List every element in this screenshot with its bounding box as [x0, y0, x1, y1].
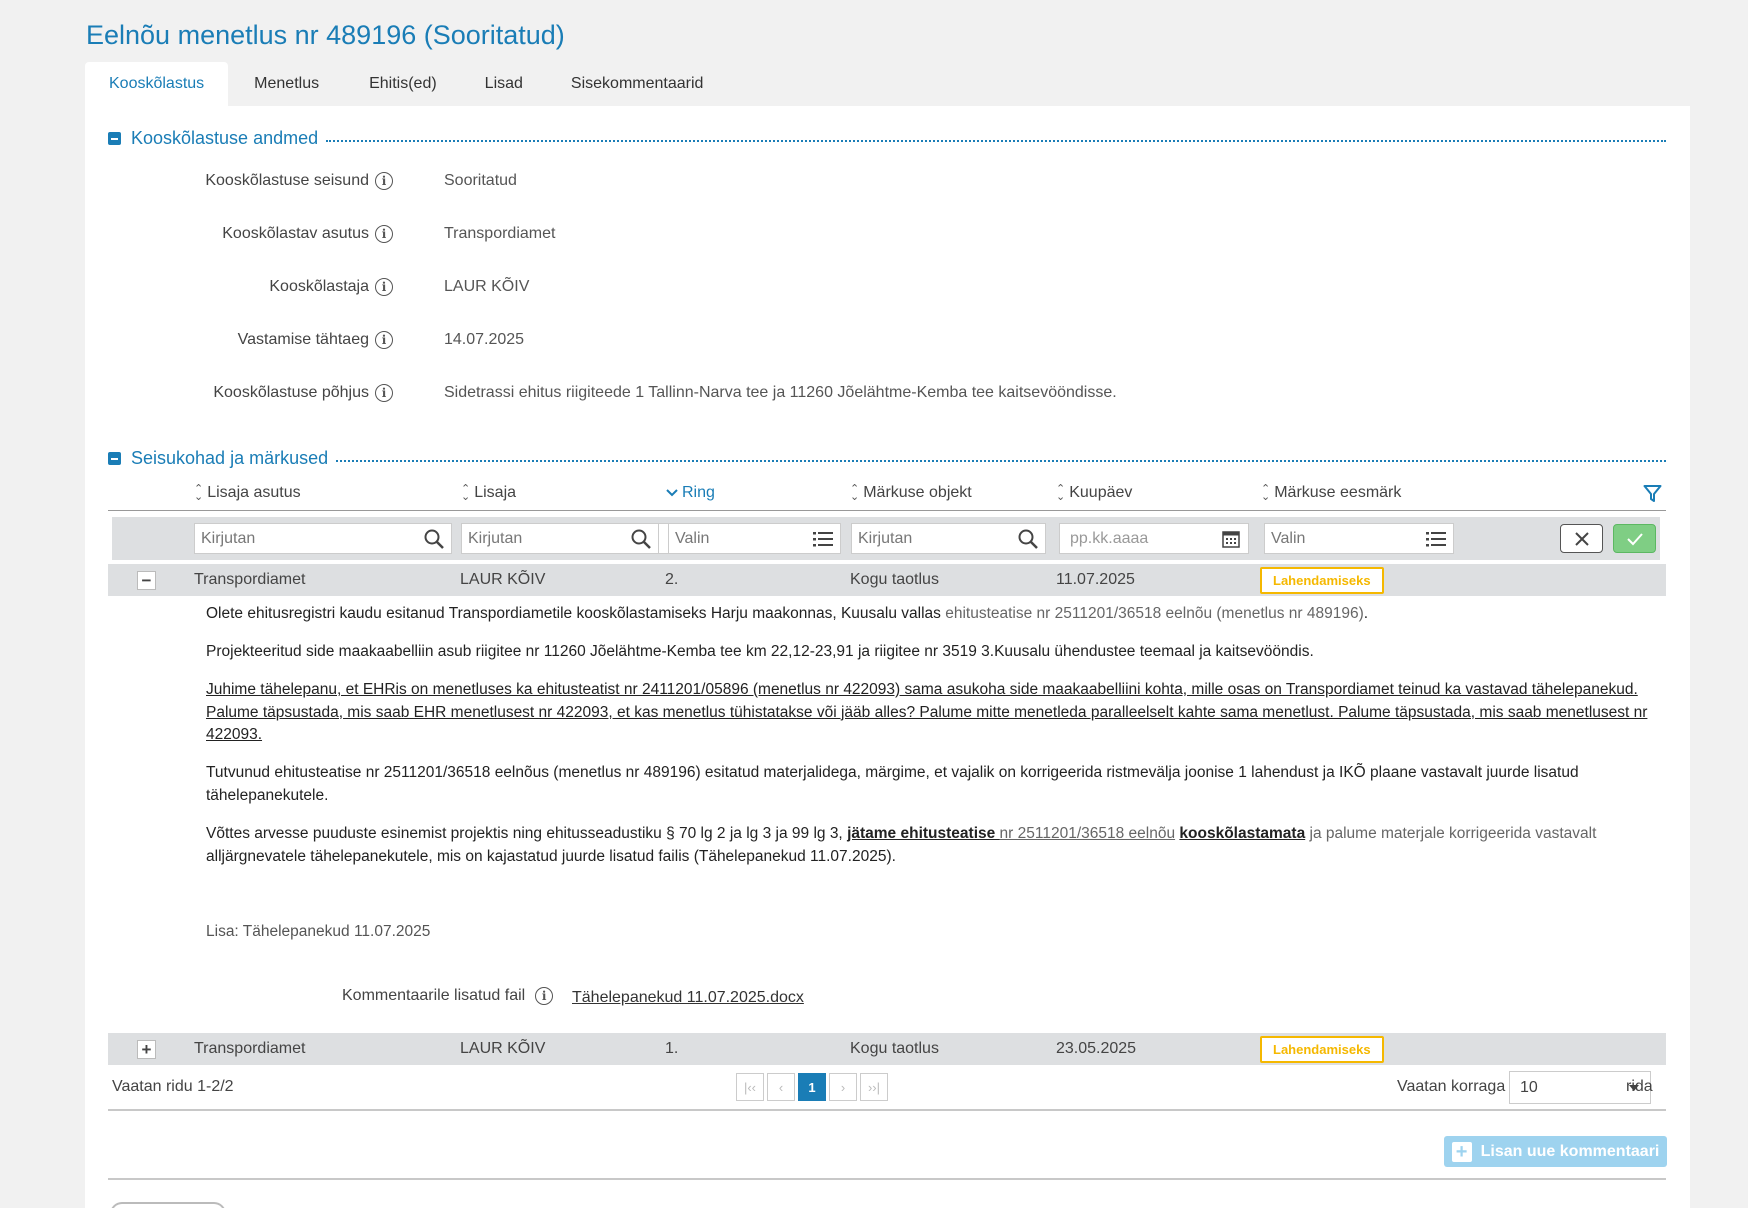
status-badge: Lahendamiseks [1260, 1036, 1384, 1063]
info-icon[interactable]: i [375, 384, 393, 402]
field-value-seisund: Sooritatud [444, 172, 517, 189]
sort-icon: ⌃ ⌄ [850, 483, 860, 503]
sort-icon: ⌃ ⌄ [194, 483, 204, 503]
cell-ring: 2. [665, 571, 679, 588]
cell-lisaja: LAUR KÕIV [460, 571, 546, 588]
collapse-row-button[interactable]: − [137, 571, 156, 590]
info-icon[interactable]: i [375, 225, 393, 243]
filter-eesmark-select[interactable]: Valin [1264, 523, 1454, 554]
filter-ring-select[interactable]: Valin [668, 523, 841, 554]
filter-kuupaev-input[interactable]: pp.kk.aaaa [1059, 523, 1249, 554]
section-title: Seisukohad ja märkused [131, 448, 329, 468]
section-seisukohad: Seisukohad ja märkused [108, 448, 1666, 469]
comment-paragraph: Võttes arvesse puuduste esinemist projek… [206, 825, 1597, 865]
cell-asutus: Transpordiamet [194, 1040, 306, 1057]
tab-sisekommentaarid[interactable]: Sisekommentaarid [547, 62, 728, 106]
filter-lisaja-asutus-input[interactable]: Kirjutan [194, 523, 452, 554]
header-divider [108, 510, 1666, 511]
cell-objekt: Kogu taotlus [850, 571, 939, 588]
comment-paragraph: Tutvunud ehitusteatise nr 2511201/36518 … [206, 764, 1579, 804]
cell-kuupaev: 11.07.2025 [1056, 571, 1135, 588]
column-header-lisaja[interactable]: ⌃ ⌄ Lisaja [461, 483, 516, 503]
add-comment-button[interactable]: + Lisan uue kommentaari [1444, 1136, 1667, 1167]
sort-desc-icon [666, 489, 678, 497]
rows-showing-text: Vaatan ridu 1-2/2 [112, 1078, 234, 1095]
info-icon[interactable]: i [375, 331, 393, 349]
sort-icon: ⌃ ⌄ [1056, 483, 1066, 503]
field-value-kooskolastaja: LAUR KÕIV [444, 278, 530, 295]
filter-lisaja-input[interactable]: Kirjutan [461, 523, 659, 554]
first-page-button[interactable]: |‹‹ [736, 1073, 764, 1101]
last-page-button[interactable]: ››| [860, 1073, 888, 1101]
comment-paragraph: Olete ehitusregistri kaudu esitanud Tran… [206, 605, 1369, 622]
column-header-objekt[interactable]: ⌃ ⌄ Märkuse objekt [850, 483, 972, 503]
list-icon [813, 531, 833, 546]
clear-filter-button[interactable] [1560, 524, 1603, 553]
section-kooskolastuse-andmed: Kooskõlastuse andmed [108, 128, 1666, 149]
attached-file-label: Kommentaarile lisatud fail i [342, 987, 554, 1005]
next-page-button[interactable]: › [829, 1073, 857, 1101]
rows-label: rida [1626, 1078, 1653, 1095]
sort-icon: ⌃ ⌄ [461, 483, 471, 503]
info-icon[interactable]: i [535, 987, 554, 1005]
field-label-kooskolastaja: Kooskõlastaja i [0, 275, 393, 299]
field-label-tahtaeg: Vastamise tähtaeg i [0, 328, 393, 352]
column-header-kuupaev[interactable]: ⌃ ⌄ Kuupäev [1056, 483, 1132, 503]
per-page-label: Vaatan korraga [1397, 1078, 1506, 1095]
field-value-asutus: Transpordiamet [444, 225, 556, 242]
sort-icon: ⌃ ⌄ [1261, 483, 1271, 503]
section-title: Kooskõlastuse andmed [131, 128, 319, 148]
column-header-eesmark[interactable]: ⌃ ⌄ Märkuse eesmärk [1261, 483, 1401, 503]
collapse-icon[interactable] [108, 132, 121, 145]
divider [326, 139, 1666, 142]
tab-menetlus[interactable]: Menetlus [228, 62, 345, 106]
cell-asutus: Transpordiamet [194, 571, 306, 588]
field-value-tahtaeg: 14.07.2025 [444, 331, 525, 348]
tab-bar: Kooskõlastus Menetlus Ehitis(ed) Lisad S… [85, 62, 727, 106]
tab-kooskolastus[interactable]: Kooskõlastus [85, 62, 229, 106]
cell-ring: 1. [665, 1040, 679, 1057]
bottom-divider [108, 1178, 1666, 1180]
bottom-button[interactable] [110, 1202, 226, 1208]
field-label-asutus: Kooskõlastav asutus i [0, 222, 393, 246]
check-icon [1626, 532, 1643, 545]
column-header-ring[interactable]: Ring [665, 484, 715, 502]
calendar-icon [1222, 530, 1240, 548]
expand-row-button[interactable]: + [137, 1040, 156, 1059]
comment-paragraph: Juhime tähelepanu, et EHRis on menetluse… [206, 681, 1648, 743]
pagination: |‹‹ ‹ 1 › ››| [736, 1073, 888, 1101]
cell-lisaja: LAUR KÕIV [460, 1040, 546, 1057]
field-label-pohjus: Kooskõlastuse põhjus i [0, 381, 393, 405]
attachment-note: Lisa: Tähelepanekud 11.07.2025 [206, 923, 431, 940]
search-icon [1018, 529, 1038, 549]
divider [336, 459, 1666, 462]
search-icon [631, 529, 651, 549]
comment-paragraph: Projekteeritud side maakaabelliin asub r… [206, 643, 1314, 660]
tab-lisad[interactable]: Lisad [461, 62, 547, 106]
status-badge: Lahendamiseks [1260, 567, 1384, 594]
filter-icon[interactable] [1643, 484, 1662, 504]
field-value-pohjus: Sidetrassi ehitus riigiteede 1 Tallinn-N… [444, 384, 1117, 401]
page-title: Eelnõu menetlus nr 489196 (Sooritatud) [86, 20, 565, 50]
prev-page-button[interactable]: ‹ [767, 1073, 795, 1101]
close-icon [1574, 531, 1589, 546]
column-header-lisaja-asutus[interactable]: ⌃ ⌄ Lisaja asutus [194, 483, 301, 503]
info-icon[interactable]: i [375, 278, 393, 296]
apply-filter-button[interactable] [1613, 524, 1656, 553]
list-icon [1426, 531, 1446, 546]
page-button[interactable]: 1 [798, 1073, 826, 1101]
plus-icon: + [1451, 1141, 1472, 1162]
field-label-seisund: Kooskõlastuse seisund i [0, 169, 393, 193]
info-icon[interactable]: i [375, 172, 393, 190]
filter-objekt-input[interactable]: Kirjutan [851, 523, 1046, 554]
tab-ehitised[interactable]: Ehitis(ed) [345, 62, 461, 106]
cell-objekt: Kogu taotlus [850, 1040, 939, 1057]
table-footer-divider [108, 1109, 1666, 1111]
search-icon [424, 529, 444, 549]
collapse-icon[interactable] [108, 452, 121, 465]
attached-file-link[interactable]: Tähelepanekud 11.07.2025.docx [572, 989, 804, 1007]
table-row[interactable]: + Transpordiamet LAUR KÕIV 1. Kogu taotl… [108, 1033, 1666, 1065]
table-row[interactable]: − Transpordiamet LAUR KÕIV 2. Kogu taotl… [108, 564, 1666, 596]
cell-kuupaev: 23.05.2025 [1056, 1040, 1137, 1057]
